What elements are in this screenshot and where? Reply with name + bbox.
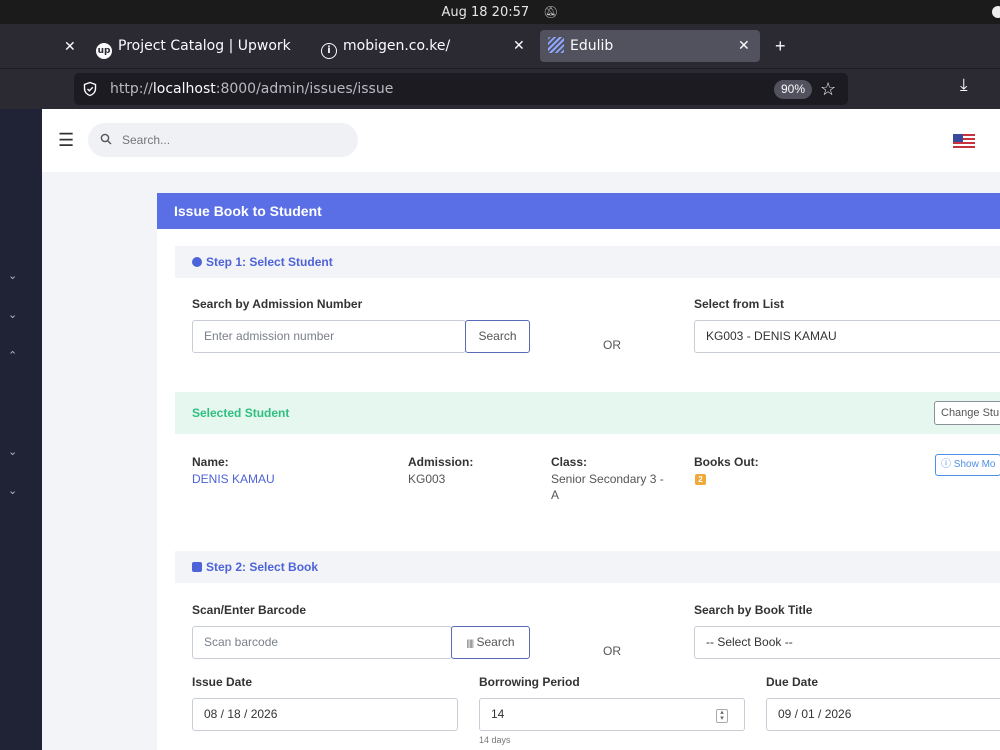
chevron-down-icon[interactable]: ⌄: [8, 308, 17, 321]
chevron-down-icon[interactable]: ⌄: [8, 445, 17, 458]
class-value-cont: A: [551, 488, 560, 502]
admission-value: KG003: [408, 472, 446, 486]
class-value: Senior Secondary 3 -: [551, 472, 664, 486]
selected-student-title: Selected Student: [192, 406, 290, 420]
app-main: ☰ Issue Book to Student Step 1: Select S…: [42, 109, 1000, 750]
book-select[interactable]: -- Select Book --: [694, 626, 1000, 659]
search-box[interactable]: [88, 123, 358, 157]
new-tab-button[interactable]: +: [775, 30, 786, 62]
chevron-down-icon[interactable]: ⌄: [8, 484, 17, 497]
due-date-input[interactable]: 09 / 01 / 2026: [766, 698, 1000, 731]
zoom-badge[interactable]: 90%: [774, 80, 813, 99]
os-clock[interactable]: Aug 18 20:57: [441, 5, 529, 20]
student-select[interactable]: KG003 - DENIS KAMAU: [694, 320, 1000, 353]
show-more-button[interactable]: ⓘ Show Mo: [935, 454, 1000, 476]
books-out-badge: 2: [695, 474, 706, 485]
name-label: Name:: [192, 455, 229, 469]
system-status-icon[interactable]: [992, 6, 1000, 18]
chevron-down-icon[interactable]: ⌄: [8, 269, 17, 282]
user-circle-icon: [192, 257, 202, 267]
close-tab-icon[interactable]: ✕: [513, 30, 525, 62]
step2-header: Step 2: Select Book: [175, 551, 1000, 583]
period-hint: 14 days: [479, 735, 511, 745]
search-icon: [100, 133, 112, 145]
book-title-label: Search by Book Title: [694, 603, 813, 617]
chevron-up-icon[interactable]: ⌃: [8, 349, 17, 362]
issue-date-label: Issue Date: [192, 675, 253, 689]
or-label: OR: [603, 338, 621, 352]
barcode-input[interactable]: Scan barcode: [192, 626, 452, 659]
us-flag-icon[interactable]: [953, 134, 975, 148]
borrowing-period-label: Borrowing Period: [479, 675, 580, 689]
admission-search-button[interactable]: Search: [465, 320, 530, 353]
admission-number-input[interactable]: Enter admission number: [192, 320, 466, 353]
bookmark-star-icon[interactable]: ☆: [820, 77, 836, 101]
barcode-icon: |||||: [466, 638, 474, 648]
shield-icon[interactable]: [82, 81, 98, 97]
close-tab-icon[interactable]: ✕: [738, 30, 750, 62]
address-bar[interactable]: http://localhost:8000/admin/issues/issue…: [74, 73, 848, 105]
issue-date-input[interactable]: 08 / 18 / 2026: [192, 698, 458, 731]
class-label: Class:: [551, 455, 588, 469]
book-icon: [192, 562, 202, 572]
menu-icon[interactable]: ☰: [58, 131, 74, 149]
sidebar: ⌄ ⌄ ⌃ ⌄ ⌄: [0, 109, 42, 750]
app-topbar: ☰: [42, 109, 1000, 172]
admission-label: Admission:: [408, 455, 474, 469]
bell-off-icon[interactable]: 🔕︎: [543, 5, 558, 19]
download-icon[interactable]: ⤓: [960, 75, 968, 95]
close-tab-icon[interactable]: ✕: [64, 30, 76, 62]
number-spinner-icon[interactable]: ▴ ▾: [716, 709, 728, 723]
page-title: Issue Book to Student: [157, 193, 1000, 229]
browser-toolbar: http://localhost:8000/admin/issues/issue…: [0, 68, 1000, 109]
student-name[interactable]: DENIS KAMAU: [192, 471, 275, 487]
change-student-button[interactable]: Change Stu: [934, 401, 1000, 425]
edulib-favicon-icon: [548, 37, 564, 53]
due-date-label: Due Date: [766, 675, 819, 689]
books-out-label: Books Out:: [694, 455, 759, 469]
barcode-search-button[interactable]: ||||| Search: [451, 626, 530, 659]
issue-book-card: Issue Book to Student Step 1: Select Stu…: [157, 193, 1000, 750]
or-label: OR: [603, 644, 621, 658]
url-text: http://localhost:8000/admin/issues/issue: [110, 81, 394, 97]
selected-student-header: Selected Student Change Stu: [175, 392, 1000, 434]
tab-upwork[interactable]: up Project Catalog | Upwork: [96, 30, 308, 62]
step1-header: Step 1: Select Student: [175, 246, 1000, 278]
info-icon: i: [321, 43, 337, 59]
admission-search-label: Search by Admission Number: [192, 297, 363, 311]
select-list-label: Select from List: [694, 297, 785, 311]
tab-mobigen[interactable]: i mobigen.co.ke/ ✕: [321, 30, 531, 62]
barcode-label: Scan/Enter Barcode: [192, 603, 307, 617]
upwork-favicon-icon: up: [96, 43, 112, 59]
borrowing-period-input[interactable]: 14 ▴ ▾: [479, 698, 745, 731]
browser-tab-strip: ✕ up Project Catalog | Upwork i mobigen.co…: [0, 24, 1000, 68]
os-top-bar: Aug 18 20:57 🔕︎: [0, 0, 1000, 24]
search-input[interactable]: [122, 123, 342, 157]
info-icon: ⓘ: [941, 459, 951, 470]
tab-edulib[interactable]: Edulib ✕: [540, 30, 760, 62]
